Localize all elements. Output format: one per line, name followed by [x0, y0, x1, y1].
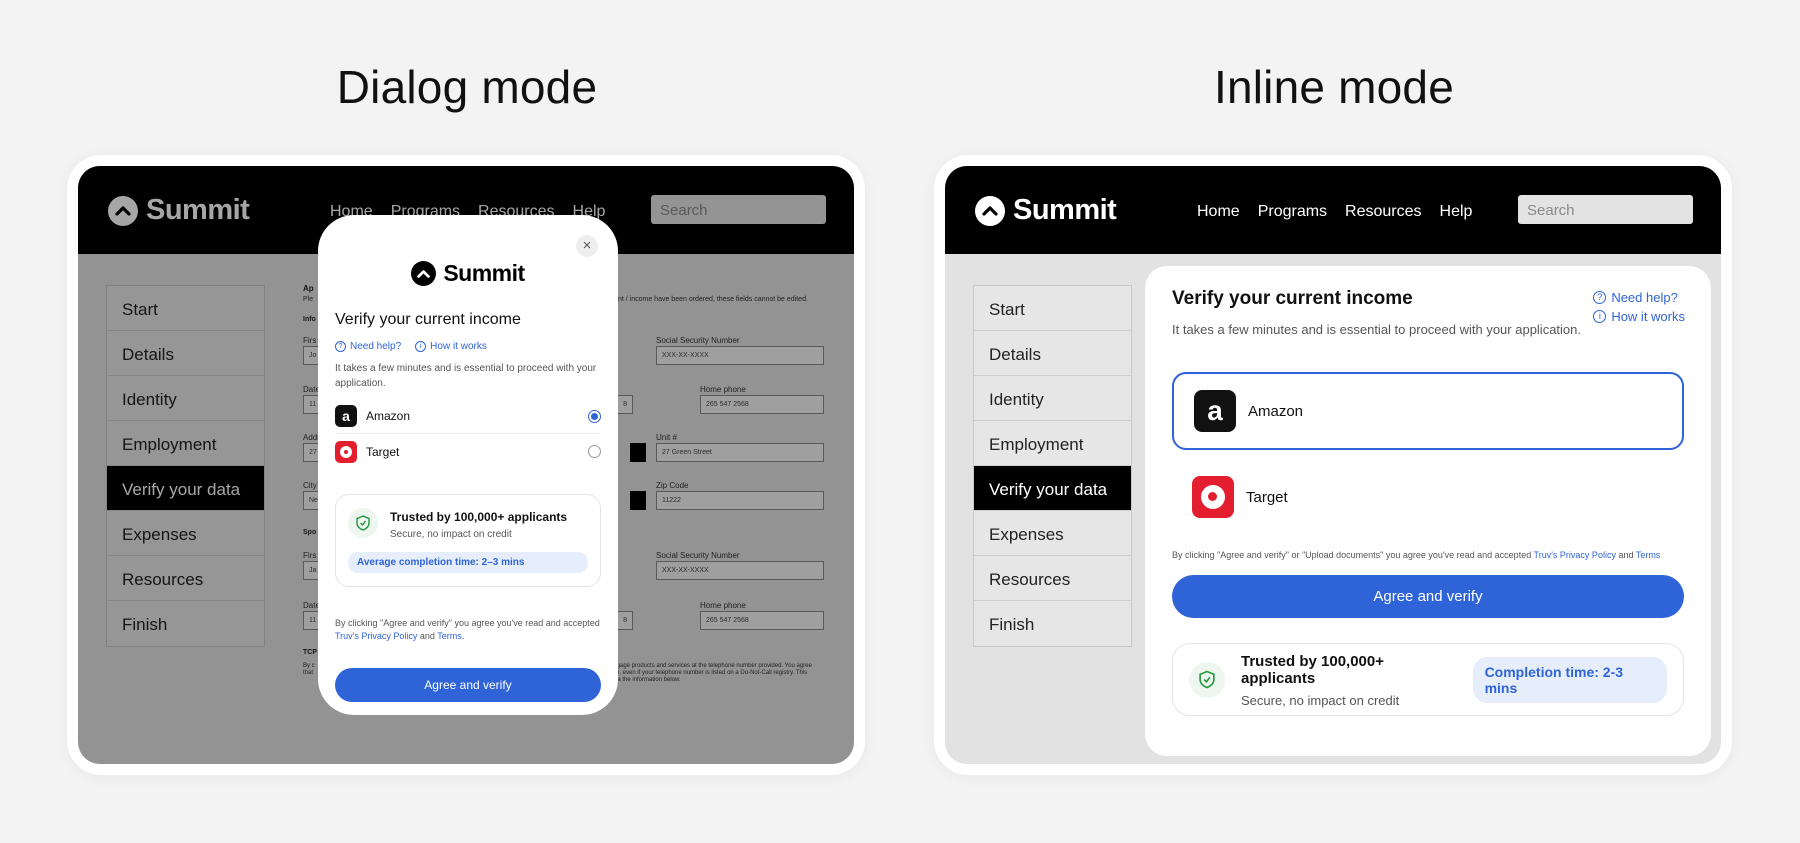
amazon-logo-icon: a [335, 405, 357, 427]
consent-and: and [1615, 550, 1636, 560]
bullseye-icon [1201, 485, 1225, 509]
privacy-policy-link[interactable]: Truv's Privacy Policy [335, 631, 417, 641]
dialog-summit-logo: Summit [335, 260, 601, 287]
sidebar-item-details[interactable]: Details [974, 331, 1131, 376]
provider-option-target[interactable]: Target [335, 434, 601, 469]
how-it-works-label: How it works [430, 341, 487, 352]
radio-unselected[interactable] [588, 445, 601, 458]
trust-card: Trusted by 100,000+ applicants Secure, n… [335, 494, 601, 587]
agree-and-verify-button[interactable]: Agree and verify [335, 668, 601, 702]
sidebar-item-identity[interactable]: Identity [974, 376, 1131, 421]
sidebar-item-verify-your-data[interactable]: Verify your data [974, 466, 1131, 511]
dialog-title: Verify your current income [335, 311, 521, 328]
completion-time-badge: Completion time: 2-3 mins [1472, 656, 1667, 703]
trust-subtitle: Secure, no impact on credit [1241, 693, 1400, 708]
sidebar-item-employment[interactable]: Employment [974, 421, 1131, 466]
inline-mode-heading: Inline mode [1213, 61, 1455, 113]
help-links: ? Need help? i How it works [335, 341, 601, 352]
inline-mode-screen: Summit Home Programs Resources Help Sear… [945, 166, 1721, 764]
shield-check-icon [348, 508, 378, 538]
provider-name: Amazon [1248, 402, 1304, 420]
info-icon: i [1593, 310, 1607, 323]
nav-programs[interactable]: Programs [1258, 203, 1327, 221]
trust-title: Trusted by 100,000+ applicants [1241, 653, 1384, 687]
provider-option-amazon[interactable]: a Amazon [335, 399, 601, 434]
consent-prefix: By clicking "Agree and verify" you agree… [335, 618, 600, 628]
verify-income-dialog: × Summit Verify your current income ? Nee… [318, 215, 618, 715]
verify-income-panel: Verify your current income It takes a fe… [1145, 266, 1711, 756]
provider-name: Amazon [366, 409, 411, 423]
summit-chevron-icon [411, 261, 437, 286]
provider-card-target[interactable]: Target [1172, 458, 1684, 536]
need-help-label: Need help? [350, 341, 402, 352]
agree-and-verify-button[interactable]: Agree and verify [1172, 575, 1684, 618]
terms-link[interactable]: Terms [437, 631, 462, 641]
sidebar-item-start[interactable]: Start [974, 286, 1131, 331]
main-nav: Home Programs Resources Help [1197, 203, 1472, 221]
sidebar-item-expenses[interactable]: Expenses [974, 511, 1131, 556]
completion-time-badge: Average completion time: 2–3 mins [348, 552, 588, 573]
consent-text: By clicking "Agree and verify" you agree… [335, 617, 601, 643]
consent-and: and [417, 631, 438, 641]
search-input[interactable]: Search [1518, 195, 1693, 224]
trust-title: Trusted by 100,000+ applicants [390, 510, 568, 524]
how-it-works-label: How it works [1611, 309, 1685, 324]
consent-period: . [461, 631, 465, 641]
target-logo-icon [1192, 476, 1234, 518]
app-header: Summit Home Programs Resources Help Sear… [945, 166, 1721, 254]
bullseye-icon [340, 445, 352, 458]
sidebar-item-finish[interactable]: Finish [974, 601, 1131, 646]
shield-check-icon [1189, 661, 1225, 698]
provider-name: Target [1246, 488, 1288, 506]
info-icon: i [415, 341, 427, 352]
step-sidebar: Start Details Identity Employment Verify… [973, 285, 1132, 647]
privacy-policy-link[interactable]: Truv's Privacy Policy [1534, 550, 1616, 560]
question-icon: ? [1593, 291, 1607, 304]
dialog-mode-heading: Dialog mode [336, 61, 598, 113]
need-help-link[interactable]: ? Need help? [335, 341, 401, 352]
trust-subtitle: Secure, no impact on credit [390, 529, 512, 540]
brand-name: Summit [443, 260, 525, 286]
help-links: ? Need help? i How it works [1593, 288, 1685, 326]
how-it-works-link[interactable]: i How it works [1593, 307, 1685, 326]
need-help-label: Need help? [1611, 290, 1678, 305]
question-icon: ? [335, 341, 346, 352]
provider-card-amazon[interactable]: a Amazon [1172, 372, 1684, 450]
sidebar-item-resources[interactable]: Resources [974, 556, 1131, 601]
close-icon[interactable]: × [576, 235, 598, 257]
consent-text: By clicking "Agree and verify" or "Uploa… [1172, 550, 1684, 560]
summit-logo[interactable]: Summit [975, 194, 1117, 227]
terms-link[interactable]: Terms [1636, 550, 1661, 560]
dialog-mode-screen: Summit Home Programs Resources Help Sear… [78, 166, 854, 764]
nav-help[interactable]: Help [1440, 203, 1473, 221]
dialog-mode-frame: Summit Home Programs Resources Help Sear… [67, 155, 865, 775]
summit-chevron-icon [975, 195, 1005, 226]
radio-selected[interactable] [588, 409, 601, 423]
target-logo-icon [335, 440, 357, 463]
need-help-link[interactable]: ? Need help? [1593, 288, 1685, 307]
amazon-logo-icon: a [1194, 390, 1236, 432]
nav-resources[interactable]: Resources [1345, 203, 1421, 221]
provider-name: Target [366, 444, 400, 459]
nav-home[interactable]: Home [1197, 203, 1240, 221]
brand-name: Summit [1013, 194, 1117, 226]
how-it-works-link[interactable]: i How it works [415, 341, 487, 352]
inline-mode-frame: Summit Home Programs Resources Help Sear… [934, 155, 1732, 775]
trust-card: Trusted by 100,000+ applicants Secure, n… [1172, 643, 1684, 716]
dialog-subtitle: It takes a few minutes and is essential … [335, 363, 597, 389]
provider-list: a Amazon Target [335, 399, 601, 469]
consent-prefix: By clicking "Agree and verify" or "Uploa… [1172, 550, 1534, 560]
